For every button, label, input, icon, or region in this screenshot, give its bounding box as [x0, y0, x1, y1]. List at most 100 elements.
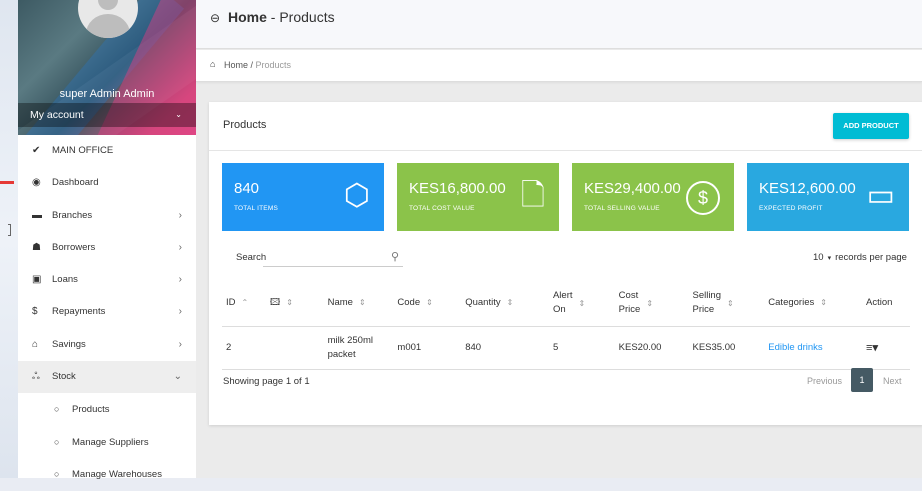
stat-label: TOTAL COST VALUE — [409, 205, 475, 212]
sidebar-item-label: Stock — [52, 371, 76, 383]
sort-icon: ⇕ — [578, 298, 586, 308]
sidebar-subitem-label: Manage Suppliers — [72, 436, 149, 448]
action-menu-icon[interactable]: ≡▾ — [866, 342, 878, 354]
next-page-button[interactable]: Next — [883, 376, 902, 386]
col-id[interactable]: ID ⌃ — [222, 280, 266, 327]
col-code[interactable]: Code ⇕ — [393, 280, 462, 327]
profile-header: super Admin Admin My account ⌄ — [18, 0, 196, 135]
caret-down-icon[interactable]: ▾ — [828, 255, 832, 262]
red-marker — [0, 181, 14, 184]
records-per-page-label: records per page — [835, 252, 907, 263]
sidebar-item-label: Loans — [52, 274, 78, 286]
cell-action: ≡▾ — [862, 326, 910, 370]
main-content: ⊖ Home - Products ⌂ Home / Products Prod… — [196, 0, 922, 478]
sidebar-item-stock[interactable]: ஃ Stock ⌄ — [18, 361, 196, 394]
sort-icon: ⇕ — [506, 298, 514, 307]
page-1-button[interactable]: 1 — [851, 368, 873, 392]
chevron-right-icon: › — [178, 209, 182, 221]
sort-icon: ⇕ — [820, 298, 827, 307]
back-icon[interactable]: ⊖ — [210, 11, 220, 25]
stat-expected-profit: KES12,600.00 EXPECTED PROFIT ▭ — [747, 163, 909, 231]
col-categories[interactable]: Categories ⇕ — [764, 280, 863, 327]
sidebar-item-main-office[interactable]: ✔ MAIN OFFICE — [18, 135, 196, 167]
col-label: On — [552, 304, 566, 315]
sort-icon: ⇕ — [358, 298, 366, 307]
sort-asc-icon: ⌃ — [241, 298, 249, 307]
col-label: Selling — [692, 290, 722, 301]
topbar: ⊖ Home - Products — [196, 0, 922, 49]
stat-total-selling-value: KES29,400.00 TOTAL SELLING VALUE $ — [572, 163, 734, 231]
sidebar-item-loans[interactable]: ▣ Loans › — [18, 264, 196, 296]
bank-icon: ⌂ — [32, 338, 39, 350]
my-account-label: My account — [30, 109, 84, 121]
page-title-rest: - Products — [266, 9, 335, 25]
add-product-button[interactable]: ADD PRODUCT — [833, 113, 909, 139]
stat-value: KES29,400.00 — [584, 180, 681, 197]
avatar[interactable] — [78, 0, 138, 38]
sort-icon: ⇕ — [286, 298, 293, 307]
col-image[interactable]: 🖾 ⇕ — [265, 280, 324, 327]
sidebar-item-label: Borrowers — [52, 241, 96, 253]
products-card: Products ADD PRODUCT 840 TOTAL ITEMS ⬡ K… — [209, 102, 922, 425]
sidebar: super Admin Admin My account ⌄ ✔ MAIN OFF… — [18, 0, 197, 480]
search-label: Search — [236, 252, 267, 263]
col-label: Code — [397, 297, 421, 308]
table-header-row: ID ⌃ 🖾 ⇕ Name ⇕ Code ⇕ Quantity ⇕ Alert On⇕ Co… — [222, 280, 910, 327]
col-label: Categories — [768, 297, 815, 308]
sidebar-item-savings[interactable]: ⌂ Savings › — [18, 329, 196, 361]
stat-label: TOTAL SELLING VALUE — [584, 205, 660, 212]
col-label: ID — [226, 297, 236, 308]
breadcrumb-home-link[interactable]: Home — [224, 60, 248, 70]
text-cursor — [8, 224, 11, 236]
card-header: Products ADD PRODUCT — [209, 102, 922, 151]
sidebar-item-repayments[interactable]: $ Repayments › — [18, 296, 196, 328]
breadcrumb: ⌂ Home / Products — [196, 50, 922, 82]
sidebar-subitem-manage-warehouses[interactable]: ○ Manage Warehouses — [18, 458, 196, 490]
sidebar-subitem-manage-suppliers[interactable]: ○ Manage Suppliers — [18, 426, 196, 458]
sidebar-item-label: Branches — [52, 209, 93, 221]
chevron-right-icon: › — [178, 241, 182, 253]
page-title: Home - Products — [228, 9, 335, 25]
search-icon[interactable]: ⚲ — [391, 250, 399, 263]
sidebar-item-borrowers[interactable]: ☗ Borrowers › — [18, 232, 196, 264]
borrowers-icon: ☗ — [32, 241, 41, 253]
chevron-right-icon: › — [178, 306, 182, 318]
desktop-strip — [0, 0, 18, 478]
sidebar-item-branches[interactable]: ▬ Branches › — [18, 200, 196, 232]
sidebar-item-label: Savings — [52, 338, 86, 350]
sidebar-subitem-products[interactable]: ○ Products — [18, 393, 196, 425]
sort-icon: ⇕ — [646, 298, 654, 308]
cell-selling-price: KES35.00 — [688, 326, 765, 370]
cell-image — [265, 326, 324, 370]
col-selling-price[interactable]: Selling Price ⇕ — [688, 280, 765, 327]
image-icon: 🖾 — [269, 297, 281, 308]
sidebar-menu: ✔ MAIN OFFICE ◉ Dashboard ▬ Branches › ☗ Bor… — [18, 135, 196, 490]
my-account-toggle[interactable]: My account ⌄ — [18, 103, 196, 127]
col-name[interactable]: Name ⇕ — [323, 280, 394, 327]
col-alert-on[interactable]: Alert On ⇕ — [548, 280, 615, 327]
user-name: super Admin Admin — [59, 88, 155, 100]
sidebar-item-dashboard[interactable]: ◉ Dashboard — [18, 167, 196, 199]
search-input[interactable] — [263, 266, 403, 267]
cell-alert-on: 5 — [548, 326, 615, 370]
card-title: Products — [223, 119, 267, 131]
col-label: Quantity — [465, 297, 501, 308]
chevron-down-icon: ⌄ — [175, 110, 182, 119]
col-label: Action — [866, 297, 893, 308]
stat-value: 840 — [234, 180, 260, 197]
stock-icon: ஃ — [32, 371, 40, 383]
sidebar-item-label: MAIN OFFICE — [52, 145, 114, 156]
products-table: ID ⌃ 🖾 ⇕ Name ⇕ Code ⇕ Quantity ⇕ Alert On⇕ Co… — [222, 280, 910, 370]
col-quantity[interactable]: Quantity ⇕ — [461, 280, 549, 327]
cell-cost-price: KES20.00 — [614, 326, 689, 370]
wallet-icon: ▭ — [866, 179, 895, 212]
circle-icon: ○ — [54, 404, 60, 415]
col-label: Price — [692, 304, 715, 315]
col-cost-price[interactable]: Cost Price ⇕ — [614, 280, 689, 327]
previous-page-button[interactable]: Previous — [807, 376, 842, 386]
records-per-page-select[interactable]: 10 — [813, 252, 824, 263]
category-link[interactable]: Edible drinks — [768, 342, 822, 353]
col-label: Cost — [618, 290, 639, 301]
cube-icon: ⬡ — [343, 179, 370, 212]
cell-quantity: 840 — [461, 326, 549, 370]
